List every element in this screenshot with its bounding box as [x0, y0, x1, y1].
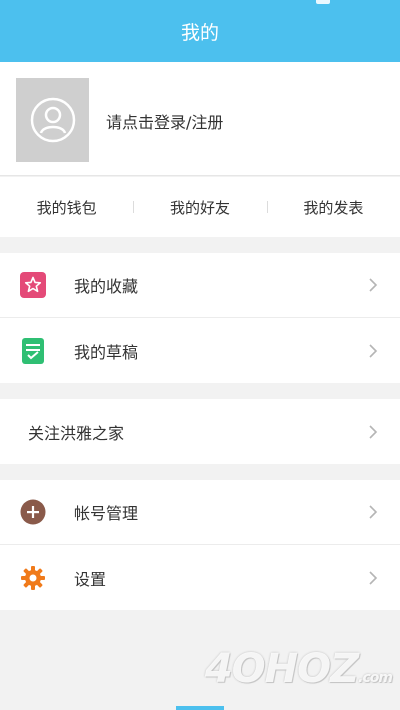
- quick-links: 我的钱包 我的好友 我的发表: [0, 177, 400, 237]
- top-bar: 我的: [0, 0, 400, 62]
- posts-link[interactable]: 我的发表: [266, 197, 400, 218]
- draft-icon: [20, 337, 46, 364]
- menu-item-settings[interactable]: 设置: [0, 545, 400, 610]
- wallet-link[interactable]: 我的钱包: [0, 197, 133, 218]
- menu-item-label: 我的收藏: [74, 277, 139, 296]
- menu-item-label: 帐号管理: [74, 504, 139, 523]
- menu-item-label: 设置: [74, 569, 107, 589]
- menu-item-label: 关注洪雅之家: [28, 423, 125, 443]
- star-icon: [20, 272, 46, 298]
- menu-item-label: 我的草稿: [74, 342, 139, 362]
- menu-group-account: 帐号管理 设置: [0, 480, 400, 610]
- menu-item-follow[interactable]: 关注洪雅之家: [0, 399, 400, 464]
- gear-icon: [20, 565, 46, 591]
- status-indicator: [316, 0, 330, 4]
- site-watermark: 4OHOZ.com: [204, 646, 393, 692]
- login-register-link[interactable]: 请点击登录/注册: [106, 109, 223, 133]
- chevron-right-icon: [369, 343, 378, 358]
- page-title: 我的: [180, 21, 219, 44]
- watermark-text: 4OHOZ: [204, 646, 359, 692]
- watermark-suffix: .com: [358, 670, 393, 686]
- menu-item-favorites[interactable]: 我的收藏: [0, 253, 400, 318]
- menu-item-drafts[interactable]: 我的草稿: [0, 318, 400, 383]
- chevron-right-icon: [369, 570, 378, 585]
- user-placeholder-icon: [30, 97, 75, 143]
- chevron-right-icon: [369, 505, 378, 519]
- bottom-tab-indicator: [176, 706, 224, 710]
- plus-circle-icon: [20, 499, 46, 525]
- chevron-right-icon: [369, 278, 378, 292]
- menu-group-favorites: 我的收藏 我的草稿: [0, 253, 400, 383]
- menu-group-follow: 关注洪雅之家: [0, 399, 400, 464]
- profile-section[interactable]: 请点击登录/注册: [0, 62, 400, 176]
- chevron-right-icon: [369, 424, 378, 439]
- menu-item-account[interactable]: 帐号管理: [0, 480, 400, 545]
- avatar[interactable]: [16, 78, 89, 162]
- friends-link[interactable]: 我的好友: [133, 197, 266, 218]
